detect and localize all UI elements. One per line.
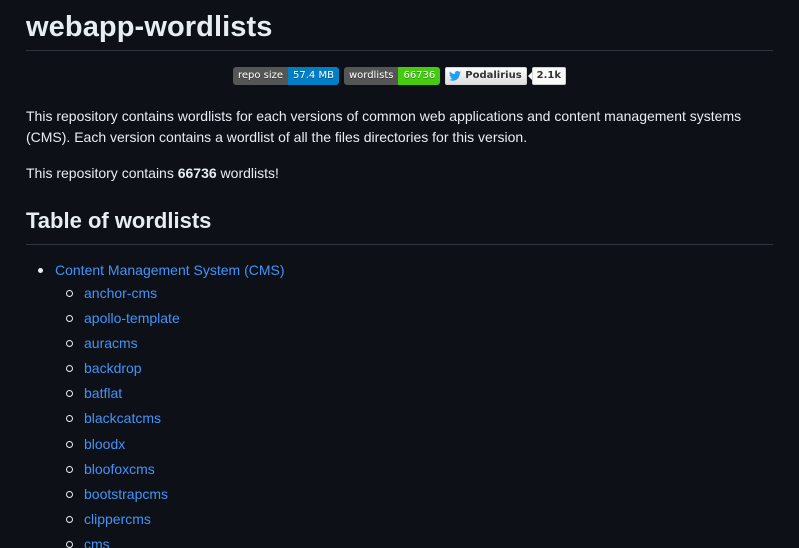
count-prefix: This repository contains: [26, 165, 178, 181]
list-item: batflat: [55, 381, 773, 406]
cms-sublist: anchor-cms apollo-template auracms backd…: [55, 281, 773, 548]
page-title: webapp-wordlists: [26, 0, 773, 51]
wordlist-link[interactable]: backdrop: [84, 360, 142, 376]
toc-heading: Table of wordlists: [26, 206, 773, 245]
wordlists-badge[interactable]: wordlists 66736: [343, 67, 441, 85]
list-item: bootstrapcms: [55, 482, 773, 507]
wordlist-link[interactable]: bootstrapcms: [84, 486, 168, 502]
list-item: bloodx: [55, 432, 773, 457]
wordlist-link[interactable]: auracms: [84, 335, 138, 351]
wordlist-link[interactable]: anchor-cms: [84, 285, 157, 301]
toc-list: Content Management System (CMS) anchor-c…: [26, 260, 773, 548]
list-item: bloofoxcms: [55, 457, 773, 482]
badge-label: repo size: [232, 67, 289, 85]
twitter-follow-label: Podalirius: [445, 67, 527, 85]
follower-count: 2.1k: [527, 67, 567, 85]
repo-size-badge[interactable]: repo size 57.4 MB: [232, 67, 339, 85]
list-item: anchor-cms: [55, 281, 773, 306]
badges-row: repo size 57.4 MB wordlists 66736 Podali…: [26, 66, 773, 86]
wordlist-link[interactable]: bloofoxcms: [84, 461, 155, 477]
wordlist-link[interactable]: cms: [84, 536, 110, 548]
list-item: auracms: [55, 331, 773, 356]
readme-content: webapp-wordlists repo size 57.4 MB wordl…: [26, 0, 773, 548]
list-item: backdrop: [55, 356, 773, 381]
wordlist-link[interactable]: bloodx: [84, 436, 125, 452]
list-item: cms: [55, 532, 773, 548]
list-item: apollo-template: [55, 306, 773, 331]
twitter-bird-icon: [449, 71, 462, 81]
wordlist-link[interactable]: batflat: [84, 385, 122, 401]
category-link-cms[interactable]: Content Management System (CMS): [55, 260, 773, 281]
toc-category: Content Management System (CMS) anchor-c…: [26, 260, 773, 548]
wordlist-link[interactable]: apollo-template: [84, 310, 180, 326]
twitter-follow-badge[interactable]: Podalirius 2.1k: [445, 67, 567, 85]
count-suffix: wordlists!: [216, 165, 279, 181]
count-paragraph: This repository contains 66736 wordlists…: [26, 163, 773, 184]
intro-paragraph: This repository contains wordlists for e…: [26, 108, 742, 145]
badge-value: 66736: [398, 67, 441, 85]
wordlist-count: 66736: [177, 165, 217, 181]
wordlist-link[interactable]: blackcatcms: [84, 410, 161, 426]
wordlist-link[interactable]: clippercms: [84, 511, 151, 527]
list-item: blackcatcms: [55, 406, 773, 431]
badge-value: 57.4 MB: [288, 67, 339, 85]
badge-label: wordlists: [343, 67, 399, 85]
twitter-username: Podalirius: [465, 70, 522, 81]
list-item: clippercms: [55, 507, 773, 532]
